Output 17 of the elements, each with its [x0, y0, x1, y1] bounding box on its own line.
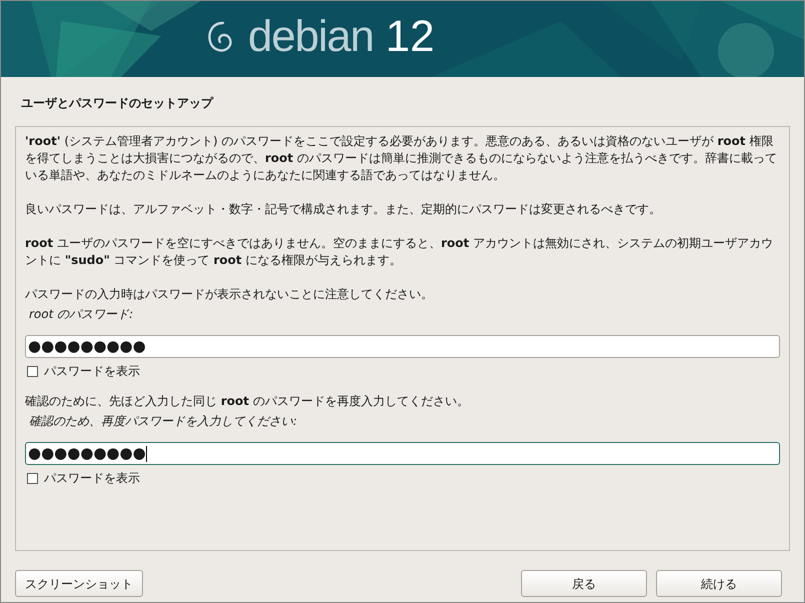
button[interactable]: スクリーンショット [15, 570, 143, 597]
paragraph: 良いパスワードは、アルファベット・数字・記号で構成されます。また、定期的にパスワードは変更されるべきです。 [25, 201, 662, 218]
paragraph: root ユーザのパスワードを空にすべきではありません。空のままにすると、root アカウントは無効にされ、システムの初期ユーザアカウントに "sudo" コマンドを使って root になる権限が与えられます。 [25, 235, 774, 269]
paragraph: パスワードの入力時はパスワードが表示されないことに注意してください。 [25, 286, 434, 303]
page-title: ユーザとパスワードのセットアップ [21, 96, 213, 110]
instruction-text: 確認のために、先ほど入力した同じ root のパスワードを再度入力してください。 [25, 393, 470, 410]
field-label: 確認のため、再度パスワードを入力してください: [29, 414, 298, 428]
field-label: root のパスワード: [29, 307, 134, 321]
show-password-checkbox[interactable]: パスワードを表示 [25, 363, 780, 380]
password-field[interactable]: ●●●●●●●●● [25, 442, 780, 465]
password-field[interactable]: ●●●●●●●●● [25, 335, 780, 358]
version-text: 12 [386, 15, 434, 59]
button[interactable]: 続ける [656, 570, 782, 597]
paragraph: 'root' (システム管理者アカウント) のパスワードをここで設定する必要があります。悪意のある、あるいは資格のないユーザが root 権限を得てしまうことは大損害につながるので、root のパスワードは簡単に推測できるものにならないよう注意を払うべきです。辞書に載っている単語や、あなたのミドルネームのようにあなたに関連する語であってはなりません。 [25, 133, 778, 184]
show-password-checkbox[interactable]: パスワードを表示 [25, 470, 780, 487]
logo-text: debian [248, 15, 374, 59]
button[interactable]: 戻る [521, 570, 647, 597]
